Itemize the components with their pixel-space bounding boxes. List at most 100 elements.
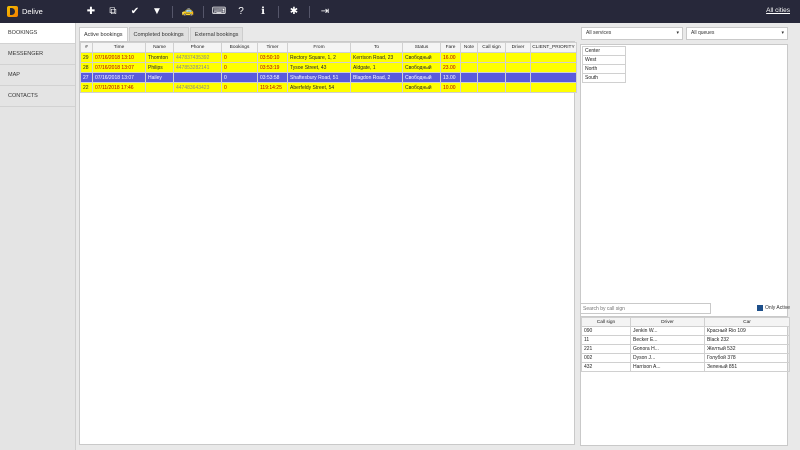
cell-call-sign: 221 — [581, 344, 631, 354]
region-row[interactable]: Center — [582, 46, 626, 56]
column-header[interactable]: Fare — [440, 42, 461, 53]
region-row[interactable]: West — [582, 55, 626, 65]
booking-row[interactable]: 29 07/16/2018 13:10 Thornton 447837435392 0 0… — [80, 52, 577, 63]
toolbar-separator — [309, 5, 310, 18]
cell-call-sign: 002 — [581, 353, 631, 363]
booking-row[interactable]: 28 07/16/2018 13:07 Philips 447853282141 0 03… — [80, 62, 577, 73]
column-header[interactable]: Status — [402, 42, 441, 53]
only-active-checkbox[interactable] — [756, 305, 763, 311]
cell-name: Thornton — [145, 52, 174, 63]
bookings-panel: Active bookings Completed bookings Externa… — [79, 27, 577, 447]
column-header[interactable]: Call sign — [477, 42, 506, 53]
column-header[interactable]: Bookings — [221, 42, 258, 53]
cell-car: Красный Rio 109 — [704, 326, 790, 336]
only-active-toggle[interactable]: Only Active — [756, 305, 790, 311]
drivers-header-row: Call sign Driver Car — [581, 317, 790, 327]
column-header[interactable]: Note — [460, 42, 478, 53]
cell-to: Aldgate, 1 — [350, 62, 403, 73]
column-header[interactable]: Timer — [257, 42, 288, 53]
cell-call-sign — [477, 62, 506, 73]
driver-row[interactable]: 432 Harrison A... Зеленый 851 — [581, 362, 790, 372]
drivers-panel: All services ▾ All queues ▾ Center West No… — [578, 27, 790, 447]
sidebar-item-map[interactable]: MAP — [0, 65, 75, 86]
column-header[interactable]: Phone — [173, 42, 222, 53]
column-header[interactable]: From — [287, 42, 351, 53]
drivers-list: Call sign Driver Car 090 Jenkin W... Красный… — [580, 316, 790, 446]
cell-phone: 447483643423 — [173, 82, 222, 93]
sidebar-item-bookings[interactable]: BOOKINGS — [0, 23, 75, 44]
cell-timer: 119:14:25 — [257, 82, 288, 93]
tab-active-bookings[interactable]: Active bookings — [79, 27, 128, 41]
info-icon[interactable]: ℹ — [252, 0, 274, 23]
column-header[interactable]: To — [350, 42, 403, 53]
plus-icon[interactable]: ✚ — [80, 0, 102, 23]
booking-row[interactable]: 22 07/11/2018 17:46 447483643423 0 119:14:25… — [80, 82, 577, 93]
queues-value: All queues — [691, 30, 715, 36]
call-sign-search-input[interactable] — [580, 303, 711, 314]
cell-note — [460, 82, 478, 93]
cell-name: Hailey — [145, 72, 174, 83]
column-header[interactable]: Call sign — [581, 317, 631, 327]
cell-priority — [530, 62, 577, 73]
cell-driver — [505, 52, 531, 63]
check-icon[interactable]: ✔ — [124, 0, 146, 23]
driver-row[interactable]: 002 Dyson J... Голубой 378 — [581, 353, 790, 363]
cell-priority — [530, 52, 577, 63]
bug-icon[interactable]: ✱ — [283, 0, 305, 23]
tab-external-bookings[interactable]: External bookings — [189, 27, 244, 41]
sidebar-item-contacts[interactable]: CONTACTS — [0, 86, 75, 107]
filter-icon[interactable]: ▼ — [146, 0, 168, 23]
region-row[interactable]: North — [582, 64, 626, 74]
region-row[interactable]: South — [582, 73, 626, 83]
help-icon[interactable]: ? — [230, 0, 252, 23]
cell-status: Свободный — [402, 82, 441, 93]
cell-car: Зеленый 851 — [704, 362, 790, 372]
cell-id: 22 — [80, 82, 93, 93]
queues-dropdown[interactable]: All queues ▾ — [686, 27, 788, 40]
column-header[interactable]: # — [80, 42, 93, 53]
cell-driver: Harrison A... — [630, 362, 705, 372]
cell-driver: Becker E... — [630, 335, 705, 345]
toolbar: ✚ ⧉ ✔ ▼ 🚕 ⌨? ℹ ✱ ⇥ — [80, 0, 336, 23]
column-header[interactable]: Time — [92, 42, 146, 53]
region-name: North — [582, 64, 626, 74]
tab-completed-bookings[interactable]: Completed bookings — [128, 27, 189, 41]
services-value: All services — [586, 30, 612, 36]
cell-status: Свободный — [402, 62, 441, 73]
copy-icon[interactable]: ⧉ — [102, 0, 124, 23]
taxi-icon[interactable]: 🚕 — [177, 0, 199, 23]
column-header[interactable]: Driver — [630, 317, 705, 327]
all-cities-link[interactable]: All cities — [766, 7, 790, 14]
cell-priority — [530, 72, 577, 83]
column-header[interactable]: Name — [145, 42, 174, 53]
cell-note — [460, 52, 478, 63]
cell-driver: Gonora H... — [630, 344, 705, 354]
logout-icon[interactable]: ⇥ — [314, 0, 336, 23]
booking-row[interactable]: 27 07/16/2018 13:07 Hailey 0 03:53:58 Shaftes… — [80, 72, 577, 83]
column-header[interactable]: CLIENT_PRIORITY — [530, 42, 577, 53]
cell-driver — [505, 72, 531, 83]
cell-call-sign — [477, 72, 506, 83]
cell-car: Black 232 — [704, 335, 790, 345]
sidebar-item-messenger[interactable]: MESSENGER — [0, 44, 75, 65]
region-name: South — [582, 73, 626, 83]
cell-to: Blagdon Road, 2 — [350, 72, 403, 83]
services-dropdown[interactable]: All services ▾ — [581, 27, 683, 40]
table-header-row: # Time Name Phone Bookings Timer From To Status F… — [80, 42, 577, 53]
cell-time: 07/16/2018 13:07 — [92, 72, 146, 83]
cell-car: Голубой 378 — [704, 353, 790, 363]
cell-bookings: 0 — [221, 82, 258, 93]
cell-note — [460, 72, 478, 83]
cell-fare: 13.00 — [440, 72, 461, 83]
driver-row[interactable]: 221 Gonora H... Желтый 532 — [581, 344, 790, 354]
column-header[interactable]: Driver — [505, 42, 531, 53]
keyboard-icon[interactable]: ⌨ — [208, 0, 230, 23]
driver-row[interactable]: 11 Becker E... Black 232 — [581, 335, 790, 345]
cell-fare: 23.00 — [440, 62, 461, 73]
driver-row[interactable]: 090 Jenkin W... Красный Rio 109 — [581, 326, 790, 336]
cell-fare: 10.00 — [440, 82, 461, 93]
cell-call-sign — [477, 82, 506, 93]
cell-fare: 16.00 — [440, 52, 461, 63]
column-header[interactable]: Car — [704, 317, 790, 327]
cell-id: 27 — [80, 72, 93, 83]
